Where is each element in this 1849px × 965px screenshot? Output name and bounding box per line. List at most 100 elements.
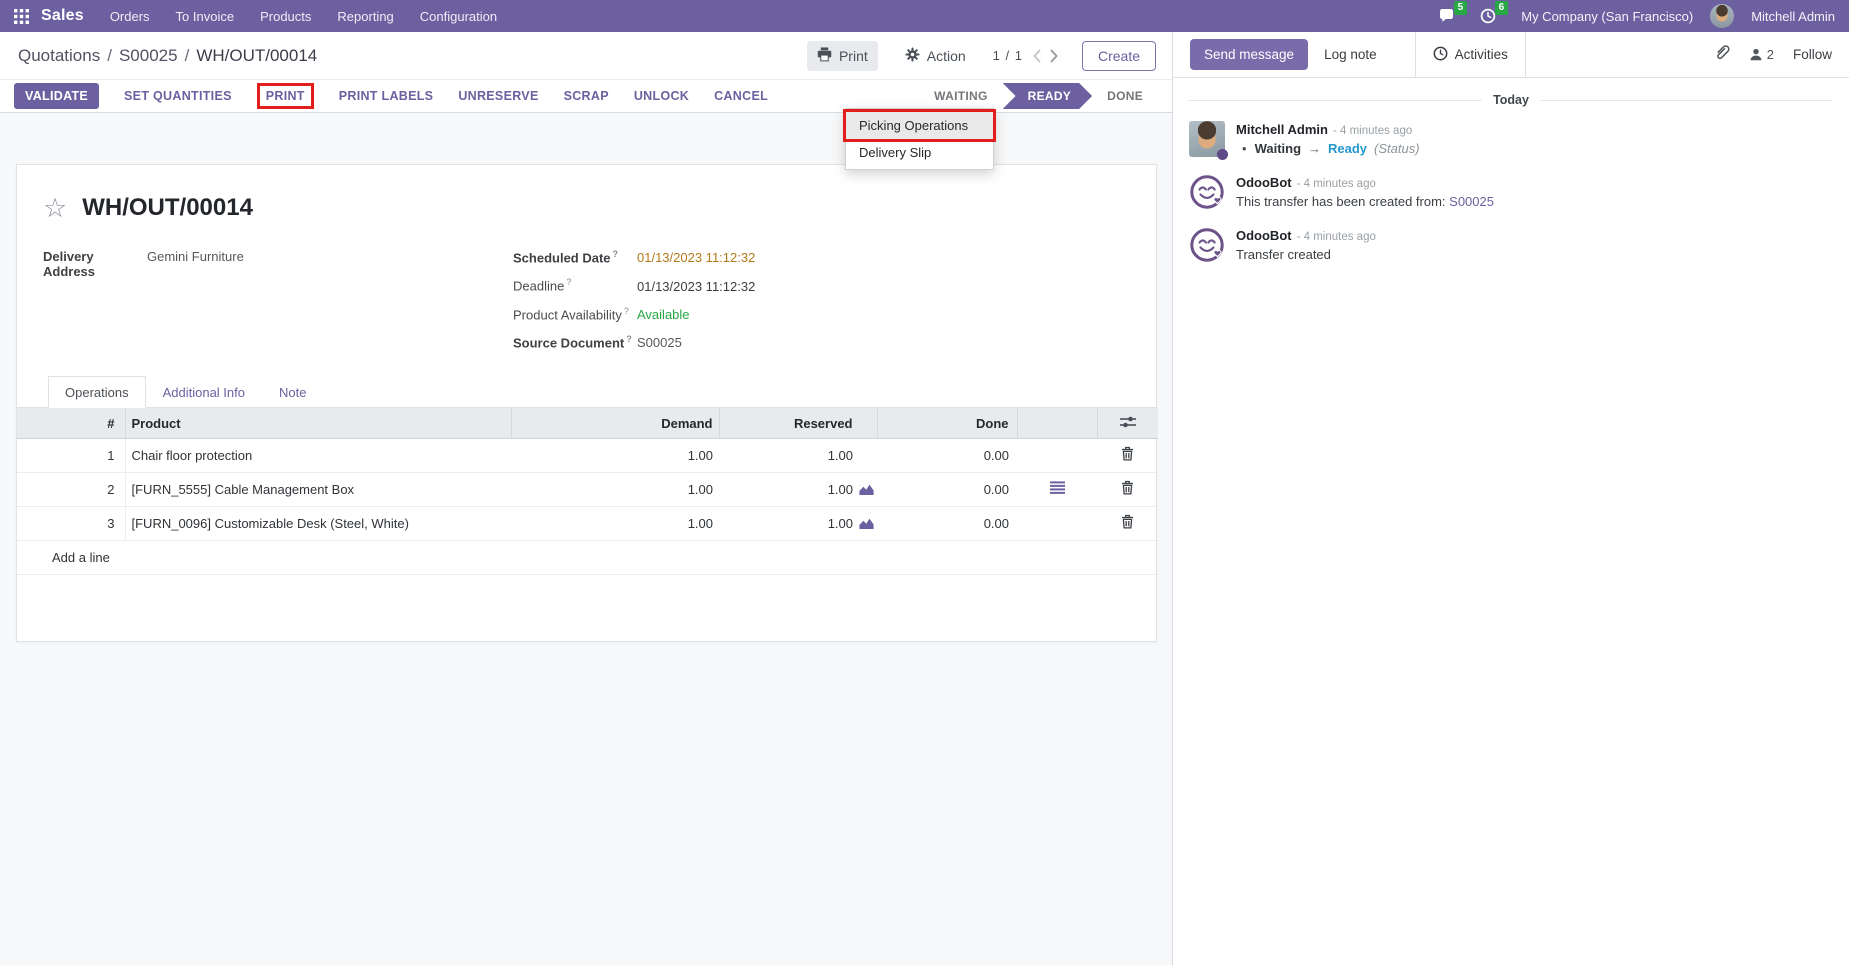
pager-next-icon[interactable] — [1050, 49, 1059, 63]
breadcrumb: Quotations/S00025/WH/OUT/00014 — [18, 46, 317, 66]
form-field: Product Availability?Available — [513, 306, 1130, 322]
add-a-line-link[interactable]: Add a line — [17, 540, 1158, 574]
header-reserved[interactable]: Reserved — [719, 408, 877, 438]
cell-reserved[interactable]: 1.00 — [719, 506, 877, 540]
forecast-chart-icon[interactable] — [859, 516, 874, 530]
status-step-waiting[interactable]: WAITING — [921, 89, 1000, 103]
action-menu-button[interactable]: Action — [895, 41, 976, 71]
print-labels-button[interactable]: PRINT LABELS — [339, 89, 434, 103]
message-author[interactable]: Mitchell Admin — [1236, 122, 1328, 137]
navbar-menu-products[interactable]: Products — [260, 9, 311, 24]
tab-note[interactable]: Note — [262, 376, 323, 408]
navbar-menu-to-invoice[interactable]: To Invoice — [176, 9, 235, 24]
field-value[interactable]: S00025 — [637, 335, 682, 350]
field-label: Scheduled Date? — [513, 249, 637, 265]
messages-icon[interactable]: 5 — [1438, 8, 1463, 24]
user-menu[interactable]: Mitchell Admin — [1751, 9, 1835, 24]
messages-badge: 5 — [1454, 1, 1468, 15]
status-step-ready[interactable]: READY — [1003, 83, 1093, 109]
cell-reserved[interactable]: 1.00 — [719, 472, 877, 506]
tracking-old-value: Waiting — [1255, 141, 1301, 156]
tab-additional-info[interactable]: Additional Info — [146, 376, 262, 408]
chatter-message: OdooBot- 4 minutes agoTransfer created — [1173, 217, 1849, 270]
table-row[interactable]: 1Chair floor protection1.001.000.00 — [17, 438, 1158, 472]
navbar-menu-orders[interactable]: Orders — [110, 9, 150, 24]
breadcrumb-link[interactable]: Quotations — [18, 46, 100, 66]
pager-previous-icon[interactable] — [1032, 49, 1041, 63]
cell-product[interactable]: Chair floor protection — [125, 438, 511, 472]
message-author[interactable]: OdooBot — [1236, 175, 1292, 190]
create-button[interactable]: Create — [1082, 41, 1156, 71]
cell-done[interactable]: 0.00 — [877, 472, 1017, 506]
app-name[interactable]: Sales — [41, 7, 84, 25]
set-quantities-button[interactable]: SET QUANTITIES — [124, 89, 232, 103]
log-note-button[interactable]: Log note — [1324, 47, 1377, 62]
cancel-button[interactable]: CANCEL — [714, 89, 768, 103]
activities-button[interactable]: Activities — [1415, 32, 1526, 77]
cell-demand[interactable]: 1.00 — [511, 506, 719, 540]
cell-demand[interactable]: 1.00 — [511, 472, 719, 506]
operations-table: #ProductDemandReservedDone 1Chair floor … — [17, 408, 1158, 575]
status-step-done[interactable]: DONE — [1094, 89, 1156, 103]
field-value[interactable]: Gemini Furniture — [147, 249, 244, 264]
delete-row-icon[interactable] — [1121, 480, 1134, 495]
user-avatar[interactable] — [1710, 4, 1734, 28]
validate-button[interactable]: VALIDATE — [14, 83, 99, 109]
delete-row-icon[interactable] — [1121, 514, 1134, 529]
send-message-button[interactable]: Send message — [1190, 39, 1308, 70]
header-reserved-label: Reserved — [794, 416, 853, 431]
cell-product[interactable]: [FURN_0096] Customizable Desk (Steel, Wh… — [125, 506, 511, 540]
delete-row-icon[interactable] — [1121, 446, 1134, 461]
field-value[interactable]: 01/13/2023 11:12:32 — [637, 279, 755, 294]
cell-done[interactable]: 0.00 — [877, 438, 1017, 472]
chatter-panel: Send message Log note Activities 2 Follo… — [1173, 32, 1849, 965]
breadcrumb-link[interactable]: S00025 — [119, 46, 178, 66]
field-help-icon: ? — [613, 249, 619, 259]
message-text: •Waiting→Ready(Status) — [1236, 141, 1420, 156]
control-panel: Quotations/S00025/WH/OUT/00014 Print Act… — [0, 32, 1172, 79]
print-button[interactable]: PRINT — [257, 83, 314, 109]
apps-grid-icon[interactable] — [14, 9, 29, 24]
company-switcher[interactable]: My Company (San Francisco) — [1521, 9, 1693, 24]
forecast-chart-icon[interactable] — [859, 482, 874, 496]
unreserve-button[interactable]: UNRESERVE — [458, 89, 538, 103]
fields-right-column: Scheduled Date?01/13/2023 11:12:32Deadli… — [513, 249, 1130, 362]
print-menu-item-picking-operations[interactable]: Picking Operations — [846, 112, 993, 139]
field-value[interactable]: 01/13/2023 11:12:32 — [637, 250, 755, 265]
tab-operations[interactable]: Operations — [48, 376, 146, 408]
activities-clock-icon[interactable]: 6 — [1480, 8, 1504, 24]
header-demand[interactable]: Demand — [511, 408, 719, 438]
chatter-toolbar: Send message Log note Activities 2 Follo… — [1173, 32, 1849, 78]
pager-value: 1 / 1 — [993, 48, 1023, 63]
detailed-operations-icon[interactable] — [1050, 481, 1065, 494]
navbar-menus: Orders To Invoice Products Reporting Configu… — [110, 9, 497, 24]
navbar-menu-reporting[interactable]: Reporting — [337, 9, 393, 24]
cell-reserved[interactable]: 1.00 — [719, 438, 877, 472]
reserved-value: 1.00 — [828, 516, 853, 531]
form-field: Delivery AddressGemini Furniture — [43, 249, 513, 279]
header-done[interactable]: Done — [877, 408, 1017, 438]
message-author[interactable]: OdooBot — [1236, 228, 1292, 243]
print-menu-button[interactable]: Print — [807, 41, 878, 71]
cell-product[interactable]: [FURN_5555] Cable Management Box — [125, 472, 511, 506]
navbar-menu-configuration[interactable]: Configuration — [420, 9, 497, 24]
print-menu-item-delivery-slip[interactable]: Delivery Slip — [846, 139, 993, 166]
message-record-link[interactable]: S00025 — [1449, 194, 1494, 209]
field-value[interactable]: Available — [637, 307, 690, 322]
table-header-row: #ProductDemandReservedDone — [17, 408, 1158, 438]
message-text: This transfer has been created from: S00… — [1236, 194, 1494, 209]
unlock-button[interactable]: UNLOCK — [634, 89, 689, 103]
cell-done[interactable]: 0.00 — [877, 506, 1017, 540]
followers-button[interactable]: 2 — [1749, 47, 1774, 62]
reserved-value: 1.00 — [828, 482, 853, 497]
attachment-paperclip-icon[interactable] — [1714, 44, 1730, 66]
fields-left-column: Delivery AddressGemini Furniture — [43, 249, 513, 362]
follow-button[interactable]: Follow — [1793, 47, 1832, 62]
cell-demand[interactable]: 1.00 — [511, 438, 719, 472]
table-row[interactable]: 2[FURN_5555] Cable Management Box1.001.0… — [17, 472, 1158, 506]
favorite-star-icon[interactable]: ☆ — [43, 195, 67, 222]
header-product[interactable]: Product — [125, 408, 511, 438]
optional-columns-icon[interactable] — [1097, 408, 1158, 438]
scrap-button[interactable]: SCRAP — [564, 89, 609, 103]
table-row[interactable]: 3[FURN_0096] Customizable Desk (Steel, W… — [17, 506, 1158, 540]
